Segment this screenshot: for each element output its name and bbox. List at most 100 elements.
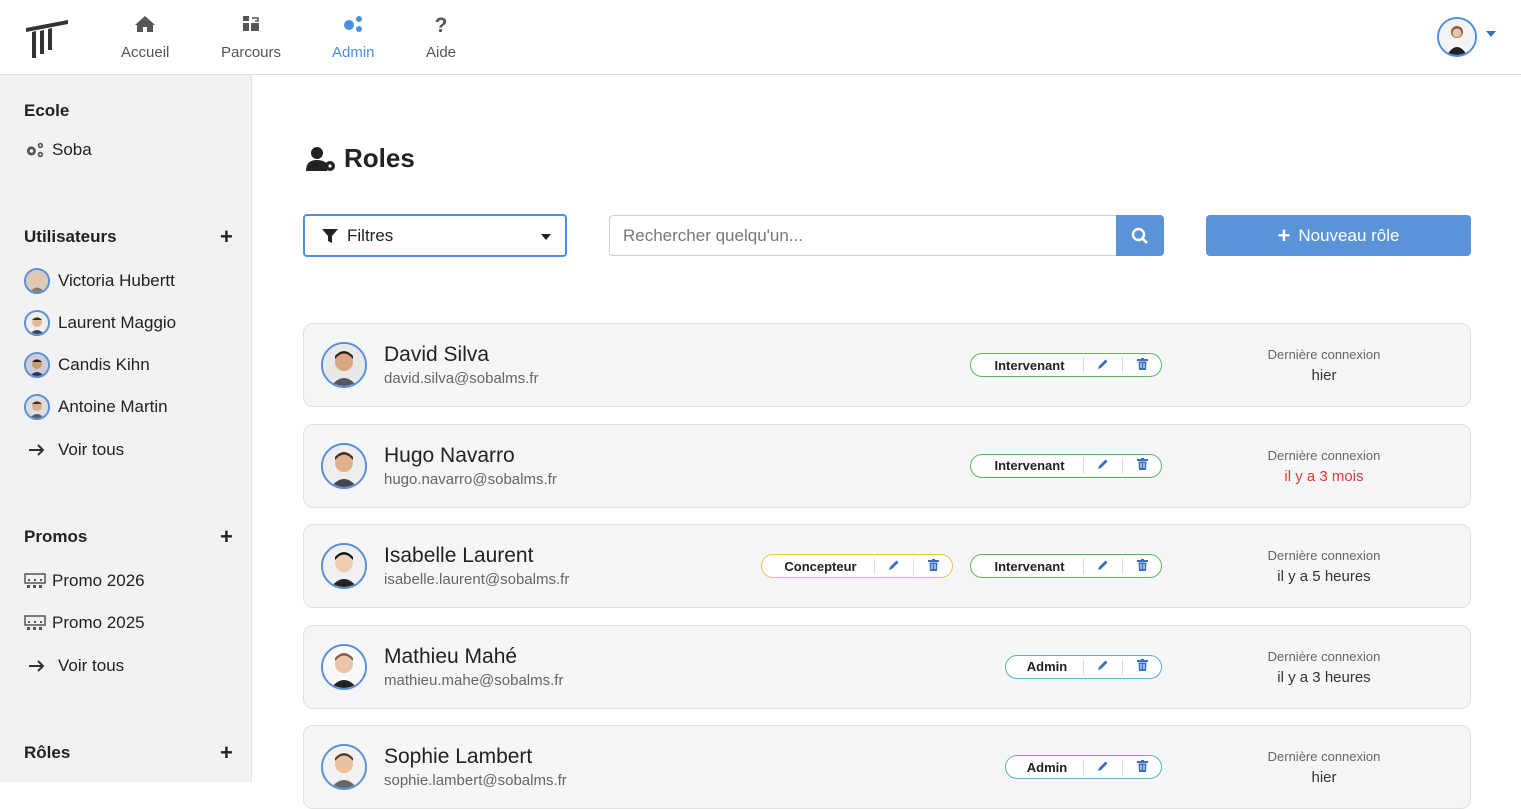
nav-admin[interactable]: Admin [332,14,375,61]
last-login-value: il y a 3 heures [1277,668,1371,686]
edit-role-button[interactable] [1083,558,1122,574]
role-badge-label: Admin [1026,659,1068,674]
sidebar: Ecole Soba Utilisateurs + Victoria Huber… [0,75,252,782]
sidebar-user-label: Victoria Hubertt [58,271,175,290]
edit-role-button[interactable] [1083,357,1122,373]
trash-icon [1136,558,1148,574]
search-input[interactable] [609,215,1117,256]
nav-admin-label: Admin [332,44,375,61]
sidebar-user-label: Laurent Maggio [58,313,177,332]
top-navbar: Accueil Parcours Admin ? Aide [0,0,1521,75]
sidebar-promo-label: Promo 2026 [52,571,145,590]
filters-label: Filtres [347,225,394,245]
person-name: David Silva [384,343,490,366]
sidebar-heading-roles: Rôles [24,743,71,762]
role-badge-label: Intervenant [994,357,1065,373]
add-user-button[interactable]: + [220,226,233,248]
role-badge-label: Intervenant [994,558,1065,574]
sidebar-user-label: Candis Kihn [58,355,150,374]
edit-role-button[interactable] [1083,759,1122,775]
avatar [321,342,367,388]
search-button[interactable] [1116,215,1164,256]
last-login-label: Dernière connexion [1267,749,1381,764]
last-login-label: Dernière connexion [1267,347,1381,362]
path-icon [221,14,281,40]
sidebar-heading-utilisateurs: Utilisateurs [24,227,117,246]
arrow-right-icon [24,437,50,463]
edit-role-button[interactable] [1083,457,1122,474]
sidebar-user-3[interactable]: Antoine Martin [24,393,168,421]
person-row[interactable]: Isabelle Laurent isabelle.laurent@sobalms… [303,524,1471,608]
pencil-icon [1097,760,1109,775]
nav-accueil-label: Accueil [121,44,170,61]
cogs-icon [332,14,375,40]
new-role-button[interactable]: + Nouveau rôle [1206,215,1471,256]
delete-role-button[interactable] [913,558,952,574]
nav-aide[interactable]: ? Aide [426,14,456,61]
delete-role-button[interactable] [1122,357,1161,373]
person-name: Mathieu Mahé [384,644,518,668]
nav-aide-label: Aide [426,44,457,61]
sidebar-see-all-label: Voir tous [58,656,125,675]
edit-role-button[interactable] [874,558,913,574]
pencil-icon [1097,559,1109,574]
pencil-icon [888,559,900,574]
role-badge: Intervenant [970,554,1162,578]
role-badge-label: Intervenant [994,458,1065,473]
sidebar-user-2[interactable]: Candis Kihn [24,351,150,379]
delete-role-button[interactable] [1122,558,1161,574]
avatar [24,394,50,420]
edit-role-button[interactable] [1083,658,1122,675]
role-badge: Admin [1005,755,1162,779]
pencil-icon [1097,659,1109,674]
person-email: david.silva@sobalms.fr [384,370,539,387]
person-name: Isabelle Laurent [384,544,534,567]
page-title: Roles [306,143,415,174]
avatar [321,744,367,790]
sidebar-user-label: Antoine Martin [58,397,168,416]
sidebar-user-1[interactable]: Laurent Maggio [24,309,176,337]
avatar [24,352,50,378]
delete-role-button[interactable] [1122,658,1161,675]
new-role-label: Nouveau rôle [1298,225,1400,245]
delete-role-button[interactable] [1122,457,1161,474]
person-row[interactable]: David Silva david.silva@sobalms.fr Interv… [303,323,1471,407]
add-promo-button[interactable]: + [220,526,233,548]
nav-parcours-label: Parcours [221,44,282,61]
nav-accueil[interactable]: Accueil [121,14,169,61]
last-login-value: hier [1311,769,1337,786]
filters-dropdown[interactable]: Filtres [303,214,567,257]
role-badge-label: Admin [1026,759,1068,775]
user-avatar[interactable] [1437,17,1477,57]
sidebar-promo-1[interactable]: Promo 2025 [24,609,145,637]
chevron-down-icon [541,234,551,240]
sidebar-item-soba[interactable]: Soba [24,136,92,164]
trash-icon [1136,659,1148,674]
plus-icon: + [1277,222,1291,248]
logo-icon[interactable] [24,18,70,62]
delete-role-button[interactable] [1122,759,1161,775]
sidebar-heading-promos: Promos [24,527,88,546]
chevron-down-icon[interactable] [1486,31,1496,37]
classroom-icon [24,568,46,594]
sidebar-promo-0[interactable]: Promo 2026 [24,567,145,595]
sidebar-promos-see-all[interactable]: Voir tous [24,652,124,680]
cogs-icon [24,137,46,163]
add-role-sidebar-button[interactable]: + [220,742,233,764]
sidebar-users-see-all[interactable]: Voir tous [24,436,124,464]
nav-parcours[interactable]: Parcours [221,14,281,61]
pencil-icon [1097,458,1109,473]
person-row[interactable]: Sophie Lambert sophie.lambert@sobalms.fr … [303,725,1471,809]
role-badge: Intervenant [970,453,1162,478]
last-login-label: Dernière connexion [1267,648,1381,664]
person-row[interactable]: Mathieu Mahé mathieu.mahe@sobalms.fr Admi… [303,624,1471,709]
last-login-value: il y a 5 heures [1277,568,1371,585]
person-email: isabelle.laurent@sobalms.fr [384,571,570,588]
home-icon [121,14,169,40]
person-row[interactable]: Hugo Navarro hugo.navarro@sobalms.fr Inte… [303,423,1471,508]
person-email: mathieu.mahe@sobalms.fr [384,671,564,689]
page-title-text: Roles [344,143,415,173]
sidebar-user-0[interactable]: Victoria Hubertt [24,267,175,295]
sidebar-see-all-label: Voir tous [58,440,125,459]
role-badge: Concepteur [761,554,953,578]
